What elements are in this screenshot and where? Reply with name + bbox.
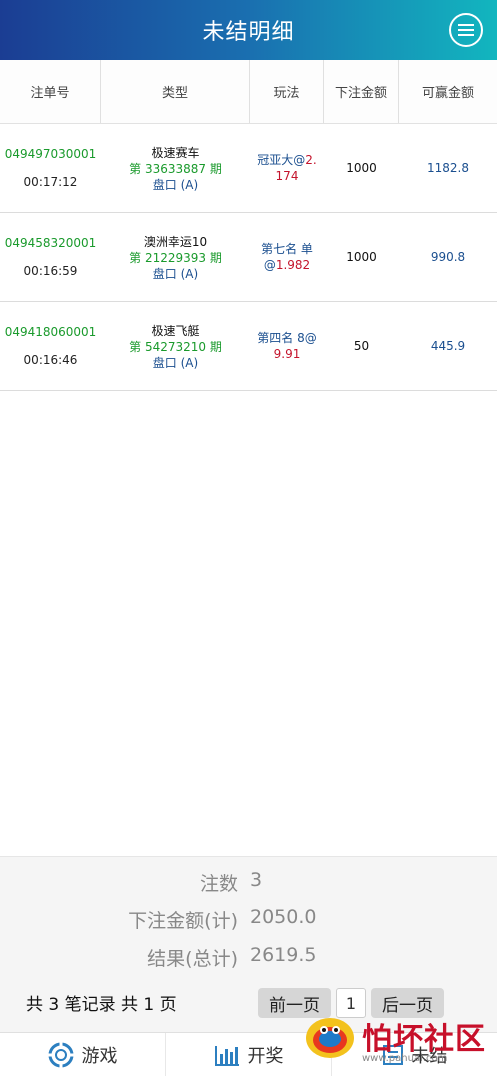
summary-bet-label: 下注金额(计) bbox=[128, 910, 238, 932]
summary-bet-value: 2050.0 bbox=[250, 906, 317, 928]
ticket-no: 049418060001 bbox=[4, 325, 97, 339]
bets-table: 注单号 类型 玩法 下注金额 可赢金额 049497030001 00:17:1… bbox=[0, 60, 497, 391]
game-period: 第 54273210 期 bbox=[129, 339, 222, 354]
ticket-time: 00:17:12 bbox=[23, 175, 78, 189]
bet-amount: 50 bbox=[353, 339, 370, 353]
summary-result-value: 2619.5 bbox=[250, 944, 317, 966]
table-row[interactable]: 049418060001 00:16:46 极速飞艇 第 54273210 期 … bbox=[0, 302, 497, 391]
summary-bet: 下注金额(计) 2050.0 bbox=[0, 906, 497, 933]
play-prefix: 第四名 8@ bbox=[257, 331, 317, 345]
col-bet-amount: 下注金额 bbox=[324, 60, 399, 123]
page-title: 未结明细 bbox=[202, 20, 295, 45]
table-row[interactable]: 049497030001 00:17:12 极速赛车 第 33633887 期 … bbox=[0, 124, 497, 213]
nav-label-game: 游戏 bbox=[81, 1045, 118, 1067]
game-period: 第 21229393 期 bbox=[129, 250, 222, 265]
ticket-time: 00:16:46 bbox=[23, 353, 78, 367]
play-detail: 冠亚大@2.174 bbox=[250, 152, 324, 184]
win-amount: 1182.8 bbox=[427, 161, 469, 175]
play-odds: 9.91 bbox=[273, 347, 301, 361]
bet-amount: 1000 bbox=[346, 161, 377, 175]
play-odds: 1.982 bbox=[275, 258, 311, 272]
summary-result: 结果(总计) 2619.5 bbox=[0, 944, 497, 971]
game-pan: 盘口 (A) bbox=[152, 266, 199, 281]
menu-button[interactable] bbox=[449, 13, 483, 47]
game-pan: 盘口 (A) bbox=[152, 355, 199, 370]
game-pan: 盘口 (A) bbox=[152, 177, 199, 192]
game-name: 澳洲幸运10 bbox=[143, 234, 208, 249]
game-icon bbox=[48, 1042, 73, 1067]
summary-count-value: 3 bbox=[250, 869, 263, 891]
app-header: 未结明细 bbox=[0, 0, 497, 60]
bet-amount: 1000 bbox=[346, 250, 377, 264]
ticket-time: 00:16:59 bbox=[23, 264, 78, 278]
table-row[interactable]: 049458320001 00:16:59 澳洲幸运10 第 21229393 … bbox=[0, 213, 497, 302]
play-prefix: 冠亚大@ bbox=[257, 153, 306, 167]
summary-result-label: 结果(总计) bbox=[147, 948, 238, 970]
game-period: 第 33633887 期 bbox=[129, 161, 222, 176]
table-header: 注单号 类型 玩法 下注金额 可赢金额 bbox=[0, 60, 497, 124]
win-amount: 445.9 bbox=[430, 339, 466, 353]
watermark: 怕坏社区 www.pahuai.com bbox=[300, 996, 497, 1076]
play-detail: 第七名 单@1.982 bbox=[250, 241, 324, 273]
watermark-text: 怕坏社区 bbox=[362, 1022, 486, 1057]
win-amount: 990.8 bbox=[430, 250, 466, 264]
col-ticket-no: 注单号 bbox=[0, 60, 101, 123]
chart-icon bbox=[214, 1045, 239, 1066]
watermark-url: www.pahuai.com bbox=[362, 1053, 448, 1064]
ticket-no: 049497030001 bbox=[4, 147, 97, 161]
mascot-logo-icon bbox=[306, 1018, 354, 1058]
game-name: 极速赛车 bbox=[151, 145, 200, 160]
col-type: 类型 bbox=[101, 60, 250, 123]
nav-label-draw: 开奖 bbox=[247, 1045, 284, 1067]
ticket-no: 049458320001 bbox=[4, 236, 97, 250]
summary-count: 注数 3 bbox=[0, 869, 497, 896]
game-name: 极速飞艇 bbox=[151, 323, 200, 338]
col-win-amount: 可赢金额 bbox=[421, 86, 474, 101]
nav-item-game[interactable]: 游戏 bbox=[0, 1033, 166, 1076]
col-play: 玩法 bbox=[250, 60, 324, 123]
summary-count-label: 注数 bbox=[199, 873, 238, 895]
records-info: 共 3 笔记录 共 1 页 bbox=[26, 995, 177, 1015]
menu-icon bbox=[458, 24, 474, 36]
play-detail: 第四名 8@ 9.91 bbox=[250, 330, 324, 362]
